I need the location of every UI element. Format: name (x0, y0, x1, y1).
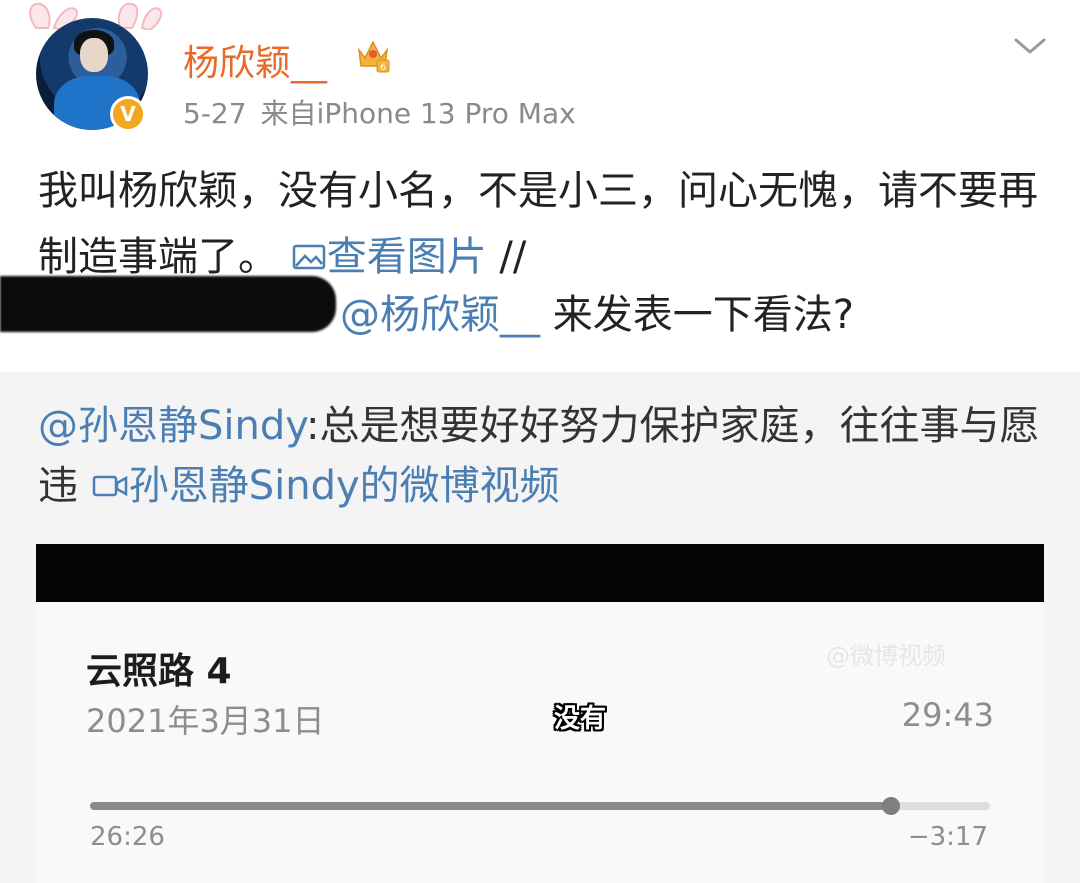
recording-date: 2021年3月31日 (86, 702, 325, 740)
repost-line: @杨欣颖__ 来发表一下看法? (340, 282, 854, 340)
playback-progress (90, 802, 891, 810)
repost-separator: // (486, 234, 527, 280)
remaining-time: −3:17 (907, 822, 988, 852)
video-thumbnail[interactable]: @微博视频 云照路 4 2021年3月31日 没有 29:43 26:26 −3… (36, 544, 1044, 883)
scrubber-handle[interactable] (882, 797, 900, 815)
verified-icon: V (110, 96, 146, 132)
video-icon (92, 475, 127, 497)
elapsed-time: 26:26 (90, 822, 165, 852)
playback-scrubber[interactable] (90, 797, 990, 815)
post-body: 我叫杨欣颖，没有小名，不是小三，问心无愧，请不要再制造事端了。 查看图片 // (38, 158, 1048, 290)
quoted-post-text: @孙恩静Sindy:总是想要好好努力保护家庭，往往事与愿违 孙恩静Sindy的微… (38, 396, 1048, 516)
repost-text: 来发表一下看法? (540, 292, 854, 338)
view-image-link[interactable]: 查看图片 (291, 234, 487, 280)
chevron-down-icon[interactable] (1010, 26, 1050, 66)
post-text: 我叫杨欣颖，没有小名，不是小三，问心无愧，请不要再制造事端了。 (38, 168, 1038, 280)
recording-duration: 29:43 (901, 696, 994, 734)
mention-link[interactable]: @杨欣颖__ (340, 292, 540, 338)
post-source: 来自iPhone 13 Pro Max (260, 97, 576, 130)
post-meta: 5-27 来自iPhone 13 Pro Max (183, 92, 576, 132)
image-icon (292, 244, 325, 270)
avatar-face (80, 38, 108, 72)
quoted-author-link[interactable]: @孙恩静Sindy (38, 403, 306, 449)
crown-icon: 6 (357, 40, 390, 73)
svg-text:6: 6 (380, 63, 386, 73)
username-link[interactable]: 杨欣颖__ (183, 34, 327, 86)
post-date: 5-27 (183, 97, 247, 130)
video-link[interactable]: 孙恩静Sindy的微博视频 (91, 463, 560, 509)
video-black-bar (36, 544, 1044, 602)
video-subtitle: 没有 (554, 704, 607, 734)
redacted-username (0, 276, 336, 332)
weibo-post: V 杨欣颖__ 6 5-27 来自iPhone 13 Pro Max 我叫杨欣颖，… (0, 0, 1080, 372)
weibo-watermark: @微博视频 (826, 642, 946, 670)
recording-title: 云照路 4 (86, 651, 232, 692)
